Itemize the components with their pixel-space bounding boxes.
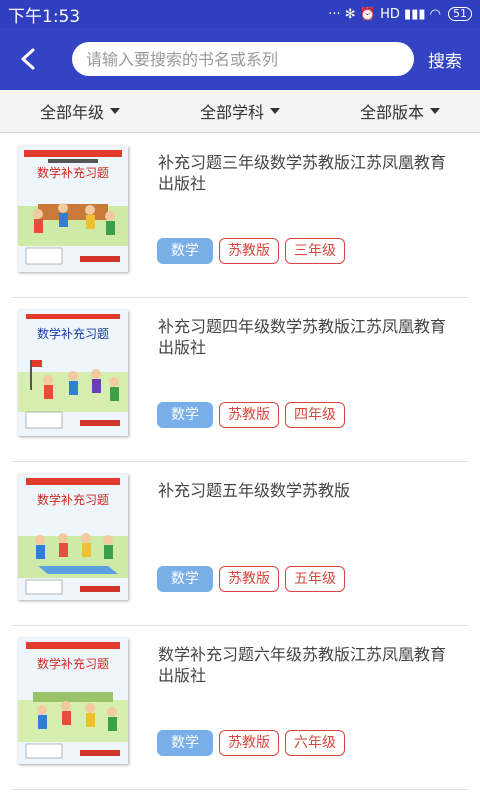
- tag-list: 数学 苏教版 四年级: [157, 402, 345, 428]
- status-time: 下午1:53: [8, 6, 81, 27]
- app-bar: 搜索: [0, 28, 480, 90]
- arrow-left-icon: [21, 48, 35, 70]
- caret-down-icon: [430, 108, 440, 114]
- book-title: 补充习题四年级数学苏教版江苏凤凰教育出版社: [158, 317, 447, 357]
- book-item[interactable]: 数学补充习题 数学补充习题六年级苏教版江苏凤凰教育出版社 数学 苏教版 六年级: [12, 626, 468, 790]
- status-bar: 下午1:53 ··· ✻ ⏰ HD ▮▮▮ ◠ 51: [0, 0, 480, 28]
- book-cover: 数学补充习题: [18, 146, 128, 272]
- tag-grade: 六年级: [285, 730, 345, 756]
- filter-edition[interactable]: 全部版本: [320, 90, 480, 132]
- tag-list: 数学 苏教版 六年级: [157, 730, 345, 756]
- tag-subject: 数学: [157, 566, 213, 592]
- tag-grade: 三年级: [285, 238, 345, 264]
- book-title: 补充习题三年级数学苏教版江苏凤凰教育出版社: [158, 153, 447, 193]
- book-cover: 数学补充习题: [18, 638, 128, 764]
- caret-down-icon: [270, 108, 280, 114]
- book-cover: 数学补充习题: [18, 474, 128, 600]
- book-item[interactable]: 数学补充习题 补充习题四年级数学苏教版江苏凤凰教育出版社 数学 苏教版 四年级: [12, 298, 468, 462]
- search-button[interactable]: 搜索: [428, 47, 462, 72]
- tag-edition: 苏教版: [219, 238, 279, 264]
- filter-grade-label: 全部年级: [39, 103, 104, 122]
- cover-title: 数学补充习题: [37, 326, 109, 341]
- tag-list: 数学 苏教版 三年级: [157, 238, 345, 264]
- tag-grade: 四年级: [285, 402, 345, 428]
- tag-edition: 苏教版: [219, 730, 279, 756]
- cover-title: 数学补充习题: [37, 492, 109, 507]
- battery-icon: 51: [448, 7, 472, 21]
- cover-title: 数学补充习题: [37, 165, 109, 180]
- filter-edition-label: 全部版本: [359, 103, 424, 122]
- caret-down-icon: [110, 108, 120, 114]
- tag-edition: 苏教版: [219, 566, 279, 592]
- search-input[interactable]: [84, 48, 414, 70]
- tag-edition: 苏教版: [219, 402, 279, 428]
- tag-subject: 数学: [157, 402, 213, 428]
- book-item[interactable]: 数学补充习题 补充习题五年级数学苏教版 数学 苏教版 五年级: [12, 462, 468, 626]
- tag-grade: 五年级: [285, 566, 345, 592]
- back-button[interactable]: [0, 28, 56, 90]
- status-icons: ··· ✻ ⏰ HD ▮▮▮ ◠ 51: [328, 7, 472, 22]
- cover-title: 数学补充习题: [37, 656, 109, 671]
- book-item[interactable]: 数学补充习题 补充习题三年级数学苏教版江苏凤凰教育出版社 数学 苏教版 三年级: [12, 134, 468, 298]
- filter-bar: 全部年级 全部学科 全部版本: [0, 90, 480, 133]
- book-title: 补充习题五年级数学苏教版: [158, 481, 351, 500]
- book-cover: 数学补充习题: [18, 310, 128, 436]
- book-title: 数学补充习题六年级苏教版江苏凤凰教育出版社: [158, 645, 447, 685]
- book-list: 数学补充习题 补充习题三年级数学苏教版江苏凤凰教育出版社 数学 苏教版 三年级: [0, 134, 480, 790]
- filter-subject[interactable]: 全部学科: [160, 90, 320, 132]
- tag-subject: 数学: [157, 730, 213, 756]
- tag-list: 数学 苏教版 五年级: [157, 566, 345, 592]
- tag-subject: 数学: [157, 238, 213, 264]
- filter-grade[interactable]: 全部年级: [0, 90, 160, 132]
- status-indicator-icons: ··· ✻ ⏰ HD ▮▮▮ ◠: [328, 6, 441, 22]
- search-box[interactable]: [72, 42, 414, 76]
- filter-subject-label: 全部学科: [199, 103, 264, 122]
